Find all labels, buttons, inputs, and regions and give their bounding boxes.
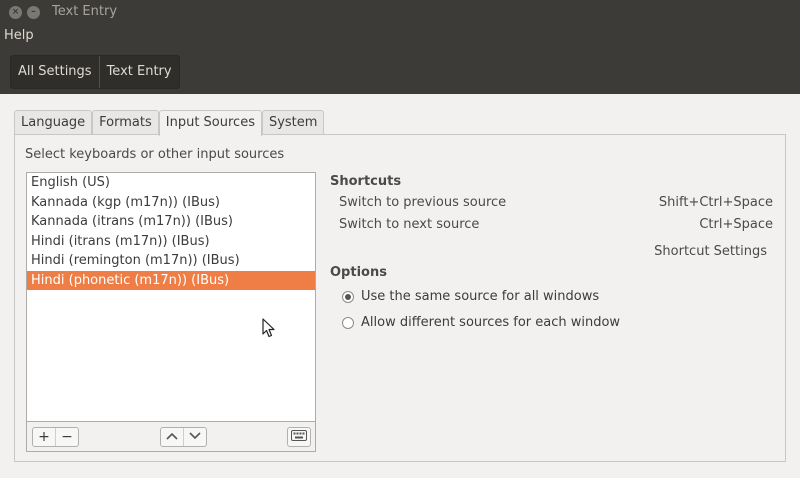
tab-input-sources[interactable]: Input Sources	[158, 110, 262, 136]
shortcut-previous-keys[interactable]: Shift+Ctrl+Space	[659, 195, 773, 210]
add-icon[interactable]: +	[33, 428, 55, 446]
menu-bar: Help	[0, 25, 800, 48]
option-label: Allow different sources for each window	[361, 315, 621, 330]
close-icon[interactable]: ×	[9, 6, 22, 19]
input-sources-panel: Select keyboards or other input sources …	[14, 134, 786, 462]
breadcrumb-all-settings[interactable]: All Settings	[11, 56, 100, 88]
radio-button[interactable]	[342, 290, 354, 303]
list-item[interactable]: Kannada (kgp (m17n)) (IBus)	[27, 193, 315, 213]
tab-formats[interactable]: Formats	[92, 110, 159, 135]
add-remove-group: + −	[32, 427, 79, 447]
minimize-icon[interactable]: –	[27, 6, 40, 19]
list-item[interactable]: English (US)	[27, 173, 315, 193]
move-down-icon[interactable]	[183, 428, 206, 446]
tab-language[interactable]: Language	[14, 110, 93, 135]
reorder-group	[160, 427, 207, 447]
window-title: Text Entry	[52, 4, 118, 19]
title-bar: × – Text Entry	[0, 0, 800, 25]
tab-system[interactable]: System	[261, 110, 325, 135]
breadcrumb-text-entry[interactable]: Text Entry	[100, 56, 179, 88]
move-up-icon[interactable]	[161, 428, 183, 446]
shortcut-previous-label: Switch to previous source	[339, 195, 507, 210]
shortcut-settings-button[interactable]: Shortcut Settings	[654, 244, 767, 259]
option-different-sources[interactable]: Allow different sources for each window	[342, 315, 620, 330]
keyboard-icon[interactable]	[288, 428, 310, 446]
shortcut-next-keys[interactable]: Ctrl+Space	[699, 217, 773, 232]
shortcut-next-label: Switch to next source	[339, 217, 480, 232]
options-title: Options	[330, 265, 387, 280]
radio-button[interactable]	[342, 316, 354, 329]
list-item[interactable]: Hindi (remington (m17n)) (IBus)	[27, 251, 315, 271]
tab-bar: Language Formats Input Sources System	[14, 110, 325, 136]
list-item-selected[interactable]: Hindi (phonetic (m17n)) (IBus)	[27, 270, 315, 290]
list-toolbar: + −	[26, 422, 316, 452]
mouse-cursor-icon	[262, 318, 276, 342]
option-same-source[interactable]: Use the same source for all windows	[342, 289, 599, 304]
breadcrumb: All Settings Text Entry	[10, 55, 180, 89]
keyboard-layout-group	[287, 427, 311, 447]
shortcuts-title: Shortcuts	[330, 174, 402, 189]
list-item[interactable]: Hindi (itrans (m17n)) (IBus)	[27, 232, 315, 252]
list-item[interactable]: Kannada (itrans (m17n)) (IBus)	[27, 212, 315, 232]
remove-icon[interactable]: −	[55, 428, 78, 446]
sources-header: Select keyboards or other input sources	[25, 147, 285, 162]
menu-help[interactable]: Help	[4, 28, 34, 43]
input-source-list[interactable]: English (US) Kannada (kgp (m17n)) (IBus)…	[26, 172, 316, 422]
option-label: Use the same source for all windows	[361, 289, 600, 304]
toolbar: All Settings Text Entry	[0, 48, 800, 94]
